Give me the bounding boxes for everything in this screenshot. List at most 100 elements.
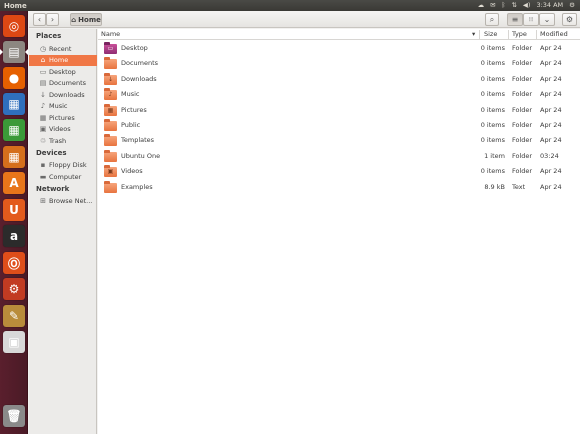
file-size: 0 items bbox=[480, 59, 505, 68]
folder-emblem-icon: ↓ bbox=[107, 75, 114, 83]
sidebar-item-label: Browse Net... bbox=[49, 197, 93, 205]
file-name: Examples bbox=[121, 182, 153, 191]
volume-icon[interactable]: ◀) bbox=[523, 0, 531, 11]
forward-button[interactable]: › bbox=[46, 13, 59, 26]
indicator-tray: ☁ ✉ ᛒ ⇅ ◀) 3:34 AM ⚙ bbox=[478, 0, 580, 11]
mail-icon[interactable]: ✉ bbox=[490, 0, 495, 11]
sidebar-heading: Places bbox=[36, 32, 62, 40]
sidebar-item-recent[interactable]: ◷ Recent bbox=[29, 43, 97, 54]
search-button[interactable]: ⌕ bbox=[485, 13, 499, 26]
file-type: Folder bbox=[512, 90, 533, 99]
floppy-icon[interactable]: ▣ bbox=[3, 331, 25, 353]
bluetooth-icon[interactable]: ᛒ bbox=[502, 0, 506, 11]
sidebar-item-browse-net[interactable]: ⊞ Browse Net... bbox=[29, 196, 97, 207]
workspace-switcher-icon[interactable]: ✎ bbox=[3, 305, 25, 327]
table-row[interactable]: ▣ Videos 0 items Folder Apr 24 bbox=[98, 164, 580, 179]
sidebar-item-pictures[interactable]: ▦ Pictures bbox=[29, 112, 97, 123]
sidebar-item-home[interactable]: ⌂ Home bbox=[29, 54, 97, 66]
file-modified: Apr 24 bbox=[540, 74, 562, 83]
file-name: Pictures bbox=[121, 105, 147, 114]
sidebar-item-label: Home bbox=[49, 56, 69, 64]
sort-indicator-icon[interactable]: ▾ bbox=[472, 30, 475, 39]
sidebar-item-label: Computer bbox=[49, 172, 82, 181]
column-size[interactable]: Size bbox=[484, 30, 497, 39]
column-header: Name ▾ Size Type Modified bbox=[98, 29, 580, 40]
sidebar-item-computer[interactable]: ▬ Computer bbox=[29, 171, 97, 182]
sidebar-item-label: Trash bbox=[49, 136, 67, 145]
amazon-icon[interactable]: a bbox=[3, 225, 25, 247]
file-modified: Apr 24 bbox=[540, 167, 562, 176]
table-row[interactable]: Ubuntu One 1 item Folder 03:24 bbox=[98, 149, 580, 164]
file-type: Folder bbox=[512, 151, 533, 160]
folder-emblem-icon bbox=[104, 152, 117, 162]
view-options-button[interactable]: ⌄ bbox=[539, 13, 555, 26]
trash-icon[interactable]: 🗑 bbox=[3, 405, 25, 427]
sidebar-item-documents[interactable]: ▤ Documents bbox=[29, 78, 97, 89]
sidebar-item-desktop[interactable]: ▭ Desktop bbox=[29, 66, 97, 77]
file-type: Folder bbox=[512, 59, 533, 68]
ubuntu-one-icon[interactable]: U bbox=[3, 199, 25, 221]
sidebar-item-icon: ⌂ bbox=[40, 56, 46, 64]
sidebar-item-label: Floppy Disk bbox=[49, 161, 87, 169]
file-name: Music bbox=[121, 90, 140, 99]
firefox-icon[interactable]: ● bbox=[3, 67, 25, 89]
sidebar-item-label: Downloads bbox=[49, 90, 85, 99]
home-icon: ⌂ bbox=[71, 15, 77, 24]
table-row[interactable]: ↓ Downloads 0 items Folder Apr 24 bbox=[98, 72, 580, 87]
files-icon[interactable]: ▤ bbox=[3, 41, 25, 63]
table-row[interactable]: ▦ Pictures 0 items Folder Apr 24 bbox=[98, 103, 580, 118]
column-type[interactable]: Type bbox=[512, 30, 527, 39]
sidebar-item-trash[interactable]: ♲ Trash bbox=[29, 135, 97, 146]
writer-icon[interactable]: ▦ bbox=[3, 93, 25, 115]
cloud-icon[interactable]: ☁ bbox=[478, 0, 485, 11]
sidebar-item-videos[interactable]: ▣ Videos bbox=[29, 124, 97, 135]
table-row[interactable]: Documents 0 items Folder Apr 24 bbox=[98, 56, 580, 71]
folder-emblem-icon bbox=[104, 183, 117, 193]
table-row[interactable]: ♪ Music 0 items Folder Apr 24 bbox=[98, 87, 580, 102]
breadcrumb-home[interactable]: ⌂ Home bbox=[70, 13, 102, 26]
sidebar-item-icon: ◷ bbox=[39, 44, 47, 53]
folder-icon: ▣ bbox=[104, 165, 117, 178]
file-modified: Apr 24 bbox=[540, 90, 562, 99]
file-size: 0 items bbox=[480, 121, 505, 129]
file-type: Folder bbox=[512, 167, 533, 176]
table-row[interactable]: Public 0 items Folder Apr 24 bbox=[98, 118, 580, 133]
folder-icon bbox=[104, 180, 117, 193]
ubuntu-one-music-icon[interactable]: Ⓞ bbox=[3, 252, 25, 274]
ubuntu-dash-icon[interactable]: ◎ bbox=[3, 15, 25, 37]
desktop-folder-icon: ▭ bbox=[104, 42, 117, 54]
table-row[interactable]: Templates 0 items Folder Apr 24 bbox=[98, 133, 580, 148]
file-name: Desktop bbox=[121, 44, 148, 52]
file-size: 0 items bbox=[480, 90, 505, 99]
file-modified: Apr 24 bbox=[540, 44, 562, 52]
sidebar-item-label: Documents bbox=[49, 79, 87, 87]
table-row[interactable]: ▭ Desktop 0 items Folder Apr 24 bbox=[98, 41, 580, 56]
file-list: Name ▾ Size Type Modified ▭ Desktop 0 item… bbox=[98, 29, 580, 434]
file-name: Documents bbox=[121, 59, 159, 68]
impress-icon[interactable]: ▦ bbox=[3, 146, 25, 168]
folder-icon bbox=[104, 149, 117, 162]
sidebar-item-icon: ▪ bbox=[40, 161, 46, 169]
software-center-icon[interactable]: A bbox=[3, 172, 25, 194]
sidebar-item-icon: ♪ bbox=[40, 102, 46, 110]
clock[interactable]: 3:34 AM bbox=[536, 0, 563, 11]
file-type: Folder bbox=[512, 74, 533, 83]
list-view-button[interactable]: ≡ bbox=[507, 13, 523, 26]
sidebar-item-label: Videos bbox=[49, 125, 71, 133]
system-settings-icon[interactable]: ⚙ bbox=[3, 278, 25, 300]
file-type: Folder bbox=[512, 105, 533, 114]
table-row[interactable]: Examples 8.9 kB Text Apr 24 bbox=[98, 180, 580, 195]
file-size: 0 items bbox=[480, 136, 505, 145]
column-modified[interactable]: Modified bbox=[540, 30, 568, 39]
grid-view-button[interactable]: ⦙⦙⦙ bbox=[523, 13, 539, 26]
sidebar-item-music[interactable]: ♪ Music bbox=[29, 101, 97, 112]
column-name[interactable]: Name bbox=[101, 30, 120, 39]
sidebar-item-downloads[interactable]: ↓ Downloads bbox=[29, 89, 97, 100]
file-modified: Apr 24 bbox=[540, 136, 562, 145]
calc-icon[interactable]: ▦ bbox=[3, 119, 25, 141]
gear-icon[interactable]: ⚙ bbox=[569, 0, 575, 11]
sidebar-item-floppy-disk[interactable]: ▪ Floppy Disk bbox=[29, 160, 97, 171]
network-icon[interactable]: ⇅ bbox=[511, 0, 516, 11]
settings-button[interactable]: ⚙ bbox=[562, 13, 577, 26]
back-button[interactable]: ‹ bbox=[33, 13, 46, 26]
